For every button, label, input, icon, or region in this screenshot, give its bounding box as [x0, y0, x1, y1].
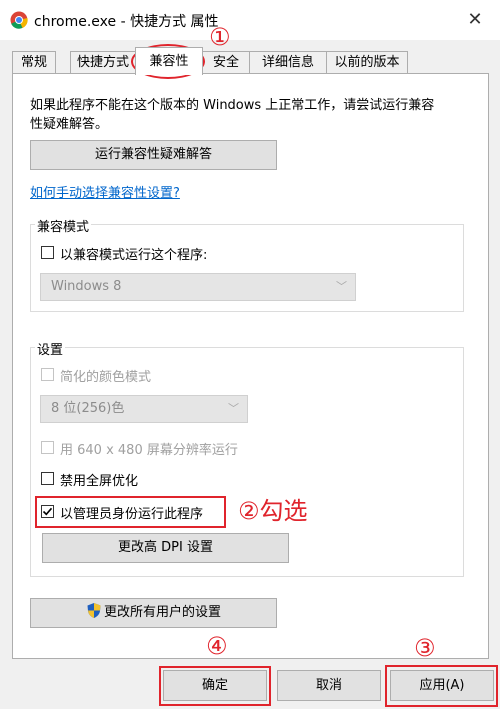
title-bar: chrome.exe - 快捷方式 属性 ✕: [0, 0, 500, 40]
color-depth-select: 8 位(256)色 ﹀: [40, 395, 248, 423]
annotation-step3: ③: [414, 634, 436, 662]
color-depth-value: 8 位(256)色: [51, 401, 125, 416]
uac-shield-icon: [87, 603, 101, 618]
annotation-step4: ④: [206, 632, 228, 660]
settings-title: 设置: [35, 339, 66, 358]
disable-fullscreen-opt-checkbox[interactable]: [41, 472, 54, 485]
reduced-color-label: 简化的颜色模式: [60, 370, 152, 385]
annotation-step2: ②勾选: [238, 497, 308, 525]
tab-compatibility[interactable]: 兼容性: [135, 47, 203, 75]
resolution-checkbox: [41, 441, 54, 454]
annotation-box-admin: [35, 496, 226, 528]
reduced-color-checkbox: [41, 368, 54, 381]
disable-fullscreen-opt-label: 禁用全屏优化: [60, 474, 139, 489]
change-all-users-label: 更改所有用户的设置: [103, 605, 221, 620]
change-dpi-button[interactable]: 更改高 DPI 设置: [42, 533, 289, 563]
tab-previous-versions[interactable]: 以前的版本: [326, 51, 408, 74]
chevron-down-icon: ﹀: [228, 402, 239, 415]
manual-compat-link[interactable]: 如何手动选择兼容性设置?: [30, 182, 180, 201]
window-title: chrome.exe - 快捷方式 属性: [34, 14, 219, 30]
annotation-box-ok: [159, 666, 271, 706]
tab-shortcut[interactable]: 快捷方式: [70, 51, 136, 74]
os-version-select: Windows 8 ﹀: [40, 273, 356, 301]
chevron-down-icon: ﹀: [336, 280, 347, 293]
os-version-value: Windows 8: [51, 279, 122, 294]
annotation-step1: ①: [209, 23, 231, 51]
intro-text-line1: 如果此程序不能在这个版本的 Windows 上正常工作，请尝试运行兼容: [30, 98, 435, 113]
change-all-users-button[interactable]: 更改所有用户的设置: [30, 598, 277, 628]
tab-general[interactable]: 常规: [12, 51, 56, 74]
cancel-button[interactable]: 取消: [277, 670, 381, 701]
intro-text-line2: 性疑难解答。: [30, 117, 109, 132]
close-icon[interactable]: ✕: [458, 5, 492, 35]
run-troubleshooter-button[interactable]: 运行兼容性疑难解答: [30, 140, 277, 170]
annotation-box-apply: [385, 665, 498, 707]
chrome-app-icon: [10, 11, 28, 29]
resolution-label: 用 640 x 480 屏幕分辨率运行: [60, 443, 238, 458]
compat-mode-title: 兼容模式: [35, 216, 92, 235]
compat-mode-label: 以兼容模式运行这个程序:: [60, 248, 208, 263]
tab-details[interactable]: 详细信息: [249, 51, 327, 74]
tab-security[interactable]: 安全: [202, 51, 250, 74]
compat-mode-checkbox[interactable]: [41, 246, 54, 259]
